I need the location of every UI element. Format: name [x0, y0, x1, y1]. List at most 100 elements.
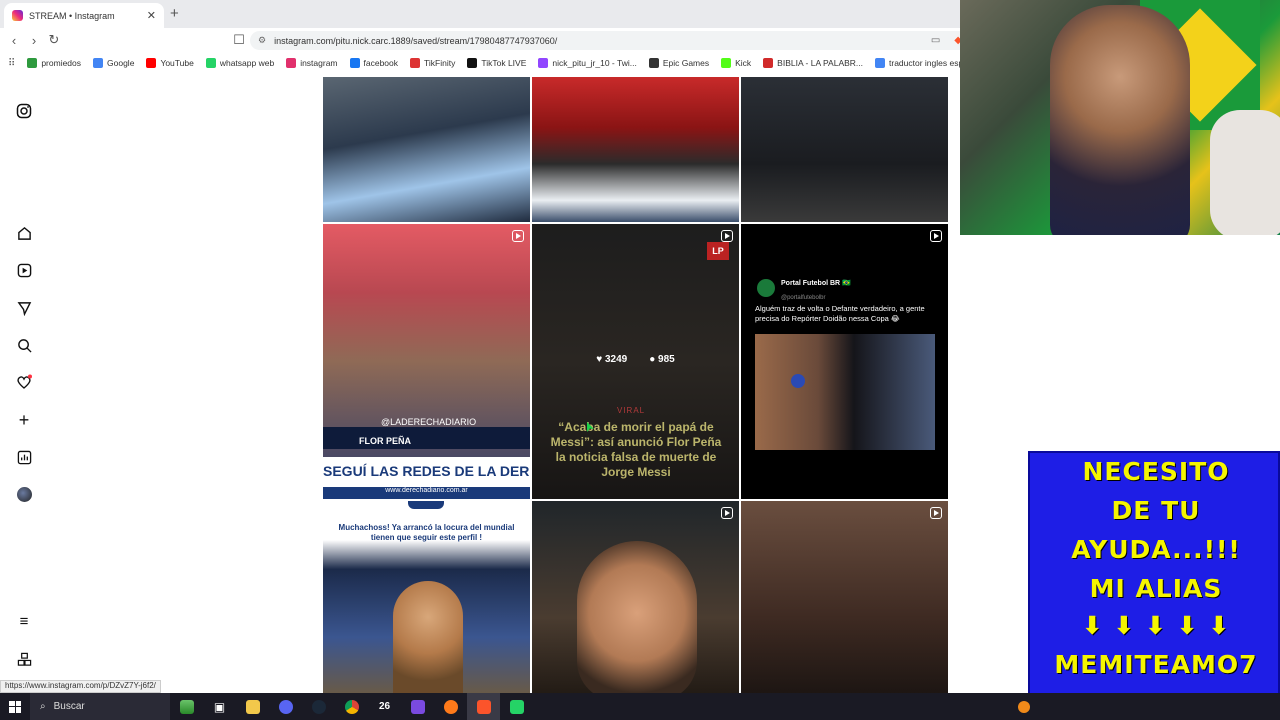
microphone-icon [791, 374, 805, 388]
post-thumbnail-messi[interactable] [532, 77, 739, 222]
bookmark-item[interactable]: BIBLIA - LA PALABR... [763, 58, 863, 68]
status-url: https://www.instagram.com/p/DZvZ7Y-j6f2/ [0, 680, 161, 693]
bookmark-label: nick_pitu_jr_10 - Twi... [552, 58, 637, 68]
notifications-heart-icon[interactable] [16, 374, 32, 390]
person-photo [577, 541, 697, 696]
bookmark-item[interactable]: YouTube [146, 58, 194, 68]
donation-arrows: ⬇ ⬇ ⬇ ⬇ ⬇ [1081, 611, 1231, 640]
webcam-overlay [960, 0, 1280, 235]
name-strip [323, 427, 530, 449]
bookmark-item[interactable]: facebook [349, 58, 399, 68]
bookmark-item[interactable]: whatsapp web [205, 58, 274, 68]
temperature-label[interactable]: 26 [368, 693, 401, 720]
post-thumbnail-flor-pena[interactable]: @LADERECHADIARIO FLOR PEÑA SEGUÍ LAS RED… [323, 224, 530, 499]
bookmark-favicon-icon [93, 58, 104, 68]
bookmark-item[interactable]: Epic Games [648, 58, 710, 68]
reload-icon[interactable]: ↻ [44, 32, 64, 48]
comments-count: 985 [658, 354, 675, 365]
messages-icon[interactable] [16, 300, 32, 316]
reel-icon [512, 230, 524, 242]
bookmark-item[interactable]: Google [93, 58, 134, 68]
dashboard-icon[interactable] [16, 449, 32, 465]
create-icon[interactable]: + [16, 410, 32, 430]
search-icon[interactable] [16, 337, 32, 353]
instagram-logo-icon[interactable] [16, 103, 32, 119]
bookmarks-bar: ⠿ promiedos Google YouTube whatsapp web inst… [0, 53, 960, 73]
bookmark-favicon-icon [349, 58, 360, 68]
bookmark-item[interactable]: Kick [721, 58, 751, 68]
task-view-icon[interactable]: ▣ [203, 693, 236, 720]
instagram-sidebar: + ≡ [0, 75, 50, 695]
bookmark-favicon-icon [538, 58, 549, 68]
bookmark-item[interactable]: instagram [286, 58, 338, 68]
chrome-icon[interactable] [335, 693, 368, 720]
bookmark-icon[interactable]: ☐ [229, 32, 249, 48]
system-tray [1018, 700, 1280, 713]
bookmark-favicon-icon [410, 58, 421, 68]
apps-icon[interactable]: ⠿ [8, 58, 15, 69]
taskbar-search[interactable]: ⌕ Buscar [30, 693, 170, 720]
firefox-icon[interactable] [434, 693, 467, 720]
widgets-icon[interactable] [170, 693, 203, 720]
lp-logo: LP [707, 242, 729, 260]
bookmark-favicon-icon [146, 58, 157, 68]
post-thumbnail-mundial[interactable]: Muchachoss! Ya arrancó la locura del mun… [323, 501, 530, 696]
file-explorer-icon[interactable] [236, 693, 269, 720]
bookmark-item[interactable]: nick_pitu_jr_10 - Twi... [538, 58, 637, 68]
close-icon[interactable]: ✕ [147, 9, 156, 22]
steam-icon[interactable] [302, 693, 335, 720]
profile-avatar[interactable] [16, 486, 32, 502]
post-thumbnail-room[interactable] [741, 501, 948, 696]
post-thumbnail-selfie[interactable] [532, 501, 739, 696]
bookmark-favicon-icon [205, 58, 216, 68]
donation-line-4: MI ALIAS [1089, 574, 1223, 603]
tab-title: STREAM • Instagram [29, 10, 115, 21]
bookmark-favicon-icon [763, 58, 774, 68]
reels-icon[interactable] [16, 262, 32, 278]
home-icon[interactable] [16, 225, 32, 241]
post-name: FLOR PEÑA [359, 436, 412, 446]
also-from-meta-icon[interactable] [16, 651, 32, 667]
app-icon[interactable] [401, 693, 434, 720]
url-text: instagram.com/pitu.nick.carc.1889/saved/… [274, 35, 558, 46]
bookmark-label: Kick [735, 58, 752, 68]
streamer-arm [1210, 110, 1280, 235]
post-thumbnail-tweet[interactable]: Portal Futebol BR 🇧🇷 @portalfutebolbr Al… [741, 224, 948, 499]
bookmark-item[interactable]: TikFinity [410, 58, 455, 68]
whatsapp-icon[interactable] [500, 693, 533, 720]
start-button[interactable] [0, 693, 30, 720]
bookmark-label: Epic Games [662, 58, 710, 68]
donation-overlay: NECESITO DE TU AYUDA...!!! MI ALIAS ⬇ ⬇ … [1028, 451, 1280, 696]
reel-icon [930, 507, 942, 519]
tweet-text: Alguém traz de volta o Defante verdadeir… [755, 304, 925, 323]
notification-icon[interactable] [1018, 700, 1030, 713]
bookmark-label: facebook [363, 58, 399, 68]
bookmark-item[interactable]: TikTok LIVE [467, 58, 526, 68]
discord-icon[interactable] [269, 693, 302, 720]
new-tab-icon[interactable]: + [170, 5, 179, 22]
post-stats: ♥ 3249 ● 985 [532, 354, 739, 365]
bookmark-favicon-icon [27, 58, 38, 68]
bookmark-favicon-icon [648, 58, 659, 68]
forward-icon[interactable]: › [24, 33, 44, 48]
post-thumbnail-dinner[interactable] [741, 77, 948, 222]
likes-count-group: ♥ 3249 [596, 354, 627, 365]
comments-count-group: ● 985 [649, 354, 675, 365]
back-icon[interactable]: ‹ [4, 33, 24, 48]
tweet-header: Portal Futebol BR 🇧🇷 @portalfutebolbr [757, 274, 851, 302]
address-bar[interactable]: ⚙ instagram.com/pitu.nick.carc.1889/save… [250, 31, 970, 50]
site-info-icon[interactable]: ⚙ [258, 35, 266, 46]
menu-icon[interactable]: ≡ [16, 613, 32, 630]
tweet-handle: @portalfutebolbr [781, 295, 826, 301]
tweet-name: Portal Futebol BR 🇧🇷 [781, 280, 851, 287]
bookmark-item[interactable]: traductor ingles esp... [875, 58, 960, 68]
donation-line-2: DE TU [1111, 496, 1201, 525]
browser-tab[interactable]: STREAM • Instagram ✕ [4, 3, 164, 28]
brave-icon[interactable] [467, 693, 500, 720]
post-thumbnail-fans[interactable] [323, 77, 530, 222]
screen-icon[interactable]: ▭ [931, 35, 940, 46]
post-caption: Muchachoss! Ya arrancó la locura del mun… [338, 523, 515, 542]
taskbar: ⌕ Buscar ▣ 26 [0, 693, 1280, 720]
bookmark-item[interactable]: promiedos [27, 58, 81, 68]
post-thumbnail-viral-hovered[interactable]: LP ♥ 3249 ● 985 VIRAL “Acaba de morir el… [532, 224, 739, 499]
